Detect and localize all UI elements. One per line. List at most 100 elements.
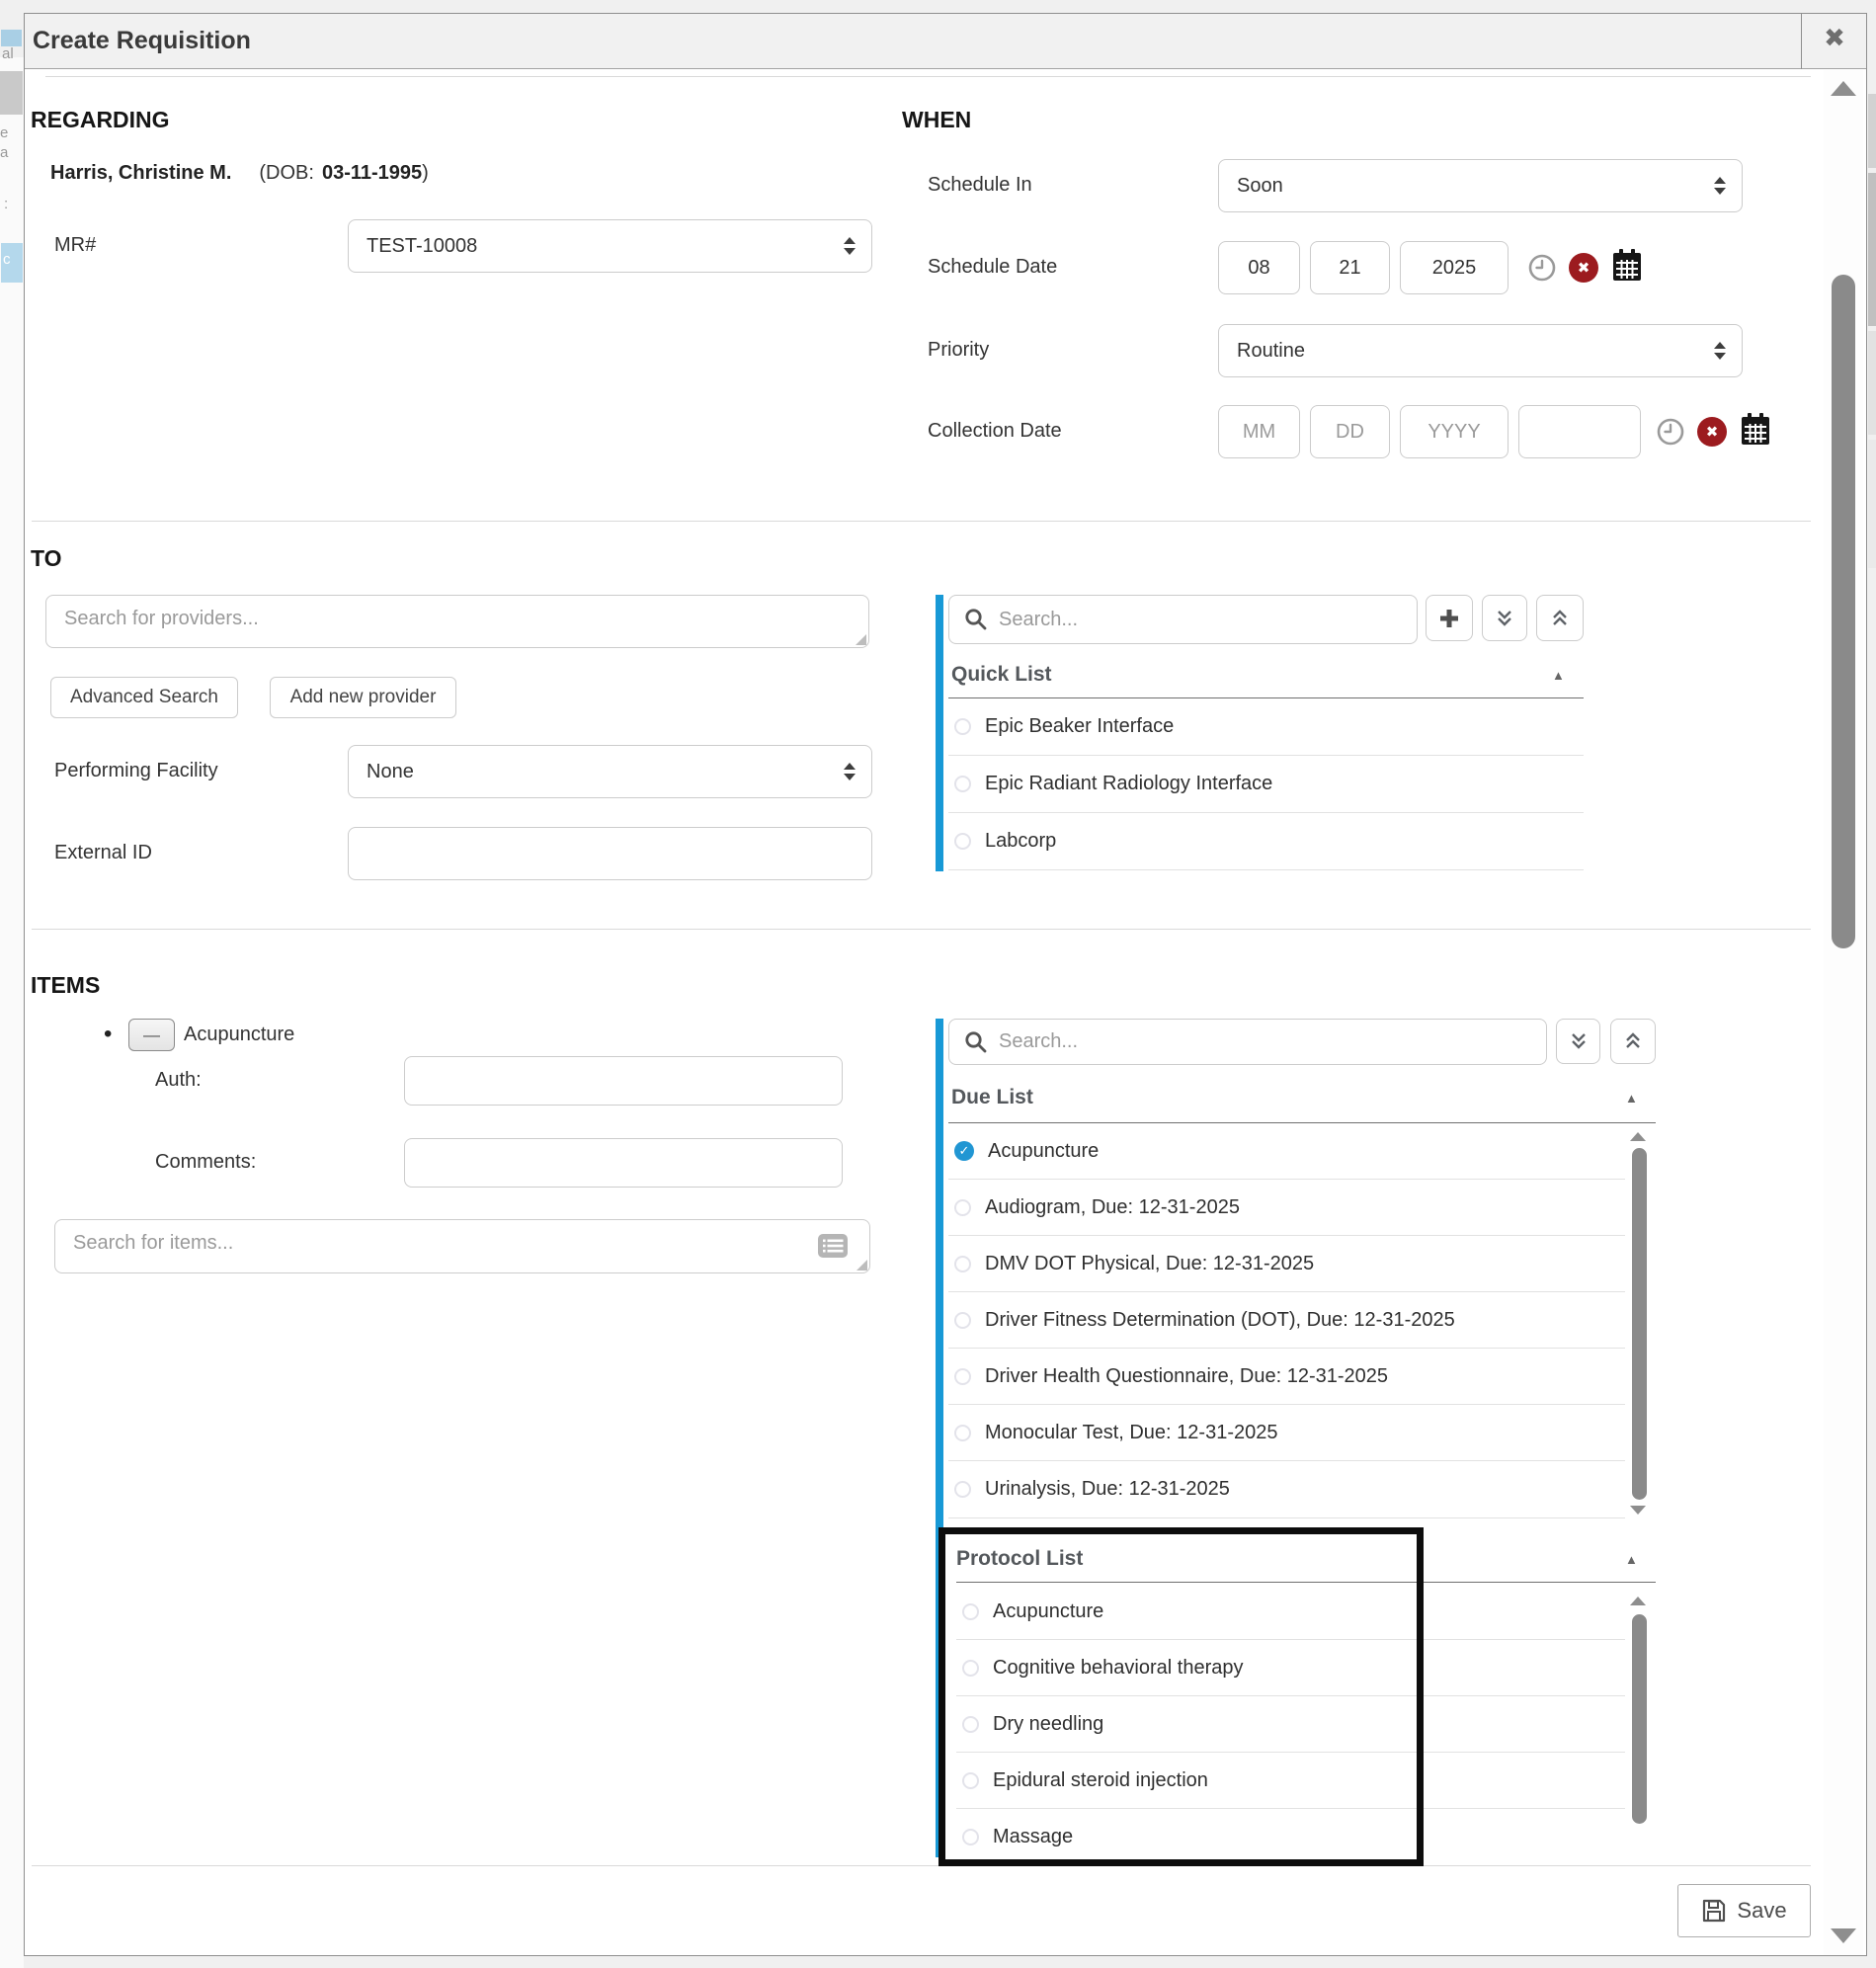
due-list-scroll-thumb[interactable] <box>1632 1148 1647 1500</box>
due-list-item[interactable]: Monocular Test, Due: 12-31-2025 <box>948 1405 1625 1461</box>
collection-month-input[interactable] <box>1218 405 1300 458</box>
radio-icon[interactable] <box>954 1481 971 1498</box>
collapse-section-icon[interactable]: ▲ <box>1625 1552 1638 1567</box>
close-button[interactable]: ✖ <box>1816 23 1853 53</box>
protocol-list-item[interactable]: Dry needling <box>956 1696 1625 1753</box>
collapse-all-items-button[interactable] <box>1556 1019 1600 1064</box>
due-list-item[interactable]: Urinalysis, Due: 12-31-2025 <box>948 1461 1625 1518</box>
scroll-down-arrow[interactable] <box>1831 1928 1856 1943</box>
protocol-list-item[interactable]: Epidural steroid injection <box>956 1753 1625 1809</box>
due-list-scroll-down-arrow[interactable] <box>1630 1506 1646 1515</box>
protocol-list-item-label: Acupuncture <box>993 1600 1103 1623</box>
radio-icon[interactable] <box>962 1716 979 1733</box>
priority-value: Routine <box>1237 340 1305 363</box>
schedule-month-input[interactable] <box>1218 241 1300 294</box>
scroll-thumb[interactable] <box>1832 275 1855 948</box>
external-id-input[interactable] <box>348 827 872 880</box>
mr-select[interactable]: TEST-10008 <box>348 219 872 273</box>
due-list-item-label: Acupuncture <box>988 1140 1099 1163</box>
radio-icon[interactable] <box>962 1829 979 1845</box>
radio-icon[interactable] <box>954 833 971 850</box>
collection-day-input[interactable] <box>1310 405 1390 458</box>
background-block <box>0 71 23 115</box>
protocol-list-item[interactable]: Acupuncture <box>956 1584 1625 1640</box>
collapse-all-button[interactable] <box>1482 595 1527 641</box>
add-new-provider-label: Add new provider <box>290 687 437 708</box>
add-new-provider-button[interactable]: Add new provider <box>270 677 456 718</box>
quick-list-item[interactable]: Labcorp <box>948 813 1584 870</box>
background-block <box>1868 173 1876 326</box>
collection-calendar-button[interactable] <box>1740 413 1771 451</box>
radio-icon[interactable] <box>954 1199 971 1216</box>
collapse-section-icon[interactable]: ▲ <box>1625 1091 1638 1106</box>
schedule-clear-button[interactable]: ✖ <box>1569 253 1598 283</box>
add-provider-to-list-button[interactable] <box>1426 595 1473 641</box>
expand-all-items-button[interactable] <box>1610 1019 1656 1064</box>
comments-input[interactable] <box>404 1138 843 1188</box>
items-search-wrap <box>54 1219 870 1273</box>
auth-input[interactable] <box>404 1056 843 1106</box>
select-arrows-icon <box>1714 342 1726 360</box>
protocol-list-scroll-thumb[interactable] <box>1632 1614 1647 1824</box>
items-search-textarea[interactable] <box>54 1219 870 1273</box>
save-button[interactable]: Save <box>1677 1884 1811 1937</box>
schedule-date-label: Schedule Date <box>928 256 1057 279</box>
protocol-list-scroll-up-arrow[interactable] <box>1630 1597 1646 1605</box>
radio-icon[interactable] <box>954 1256 971 1272</box>
radio-icon[interactable] <box>954 1425 971 1441</box>
priority-select[interactable]: Routine <box>1218 324 1743 377</box>
due-list-item[interactable]: Driver Health Questionnaire, Due: 12-31-… <box>948 1349 1625 1405</box>
calendar-icon <box>1740 413 1771 447</box>
radio-icon[interactable] <box>954 718 971 735</box>
search-icon <box>964 608 988 631</box>
schedule-day-input[interactable] <box>1310 241 1390 294</box>
radio-icon[interactable] <box>962 1660 979 1677</box>
remove-item-button[interactable]: — <box>128 1019 175 1051</box>
radio-icon[interactable] <box>954 1312 971 1329</box>
dob-prefix: (DOB: <box>259 162 314 185</box>
performing-facility-select[interactable]: None <box>348 745 872 798</box>
due-list-scroll-up-arrow[interactable] <box>1630 1132 1646 1141</box>
collapse-section-icon[interactable]: ▲ <box>1552 668 1565 683</box>
protocol-list-item[interactable]: Massage <box>956 1809 1625 1865</box>
check-icon[interactable]: ✓ <box>954 1141 974 1161</box>
save-label: Save <box>1737 1898 1786 1924</box>
protocol-list-item[interactable]: Cognitive behavioral therapy <box>956 1640 1625 1696</box>
selected-item-name: Acupuncture <box>184 1024 294 1046</box>
due-list-search-input[interactable] <box>948 1019 1547 1065</box>
schedule-time-button[interactable] <box>1527 253 1557 287</box>
quick-list-search-input[interactable] <box>948 595 1418 644</box>
resize-handle-icon[interactable] <box>856 634 866 645</box>
providers-search-textarea[interactable] <box>45 595 869 648</box>
radio-icon[interactable] <box>954 776 971 792</box>
advanced-search-button[interactable]: Advanced Search <box>50 677 238 718</box>
due-list-item[interactable]: Driver Fitness Determination (DOT), Due:… <box>948 1292 1625 1349</box>
expand-all-button[interactable] <box>1536 595 1584 641</box>
resize-handle-icon[interactable] <box>856 1260 867 1271</box>
due-list-item[interactable]: ✓ Acupuncture <box>948 1123 1625 1180</box>
due-list-item[interactable]: DMV DOT Physical, Due: 12-31-2025 <box>948 1236 1625 1292</box>
background-text-fragment: e <box>0 124 8 141</box>
collection-clear-button[interactable]: ✖ <box>1697 417 1727 447</box>
schedule-calendar-button[interactable] <box>1611 249 1643 287</box>
scroll-up-arrow[interactable] <box>1831 81 1856 96</box>
schedule-in-select[interactable]: Soon <box>1218 159 1743 212</box>
radio-icon[interactable] <box>962 1603 979 1620</box>
collection-time-input[interactable] <box>1518 405 1641 458</box>
quick-list-accent-bar <box>936 595 943 871</box>
clear-x-icon: ✖ <box>1578 259 1591 277</box>
item-list-icon[interactable] <box>817 1233 849 1259</box>
collection-year-input[interactable] <box>1400 405 1509 458</box>
radio-icon[interactable] <box>962 1772 979 1789</box>
quick-list-item[interactable]: Epic Radiant Radiology Interface <box>948 756 1584 813</box>
close-icon: ✖ <box>1824 23 1845 52</box>
quick-list-item[interactable]: Epic Beaker Interface <box>948 698 1584 756</box>
radio-icon[interactable] <box>954 1368 971 1385</box>
content-divider <box>45 76 1811 77</box>
regarding-header: REGARDING <box>31 107 170 133</box>
due-list-item[interactable]: Audiogram, Due: 12-31-2025 <box>948 1180 1625 1236</box>
select-arrows-icon <box>844 763 856 780</box>
schedule-year-input[interactable] <box>1400 241 1509 294</box>
collection-time-button[interactable] <box>1656 417 1685 451</box>
quick-list-item-label: Labcorp <box>985 830 1056 853</box>
